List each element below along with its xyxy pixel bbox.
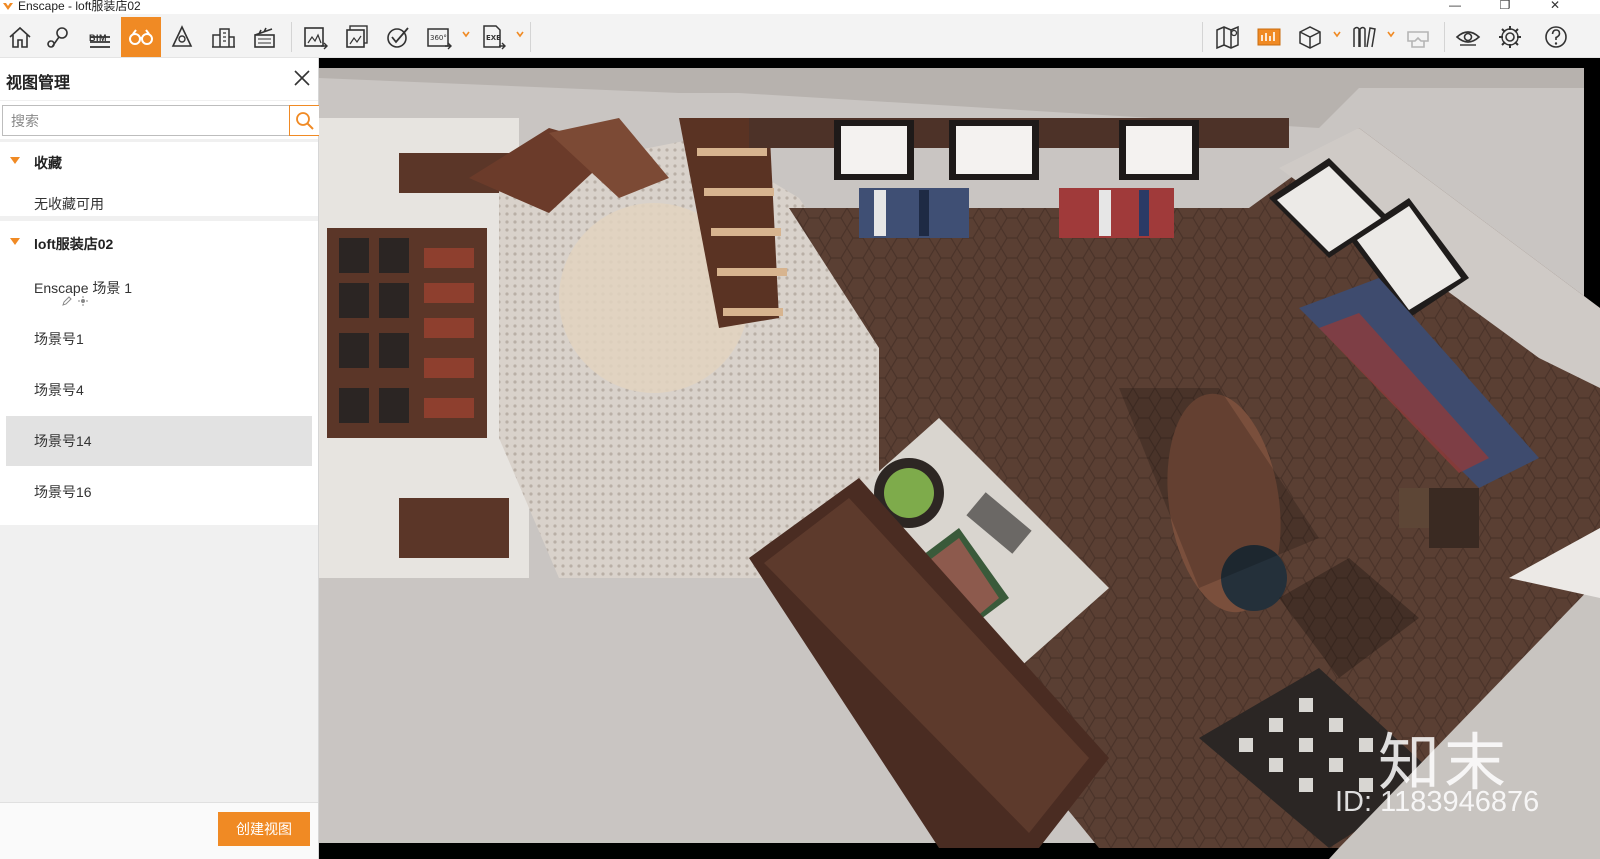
create-view-button[interactable]: 创建视图 (218, 812, 310, 846)
batch-render-button[interactable] (337, 17, 377, 57)
toolbar-divider (1202, 22, 1203, 52)
library-button[interactable] (1344, 17, 1384, 57)
box-button[interactable] (1290, 17, 1330, 57)
render-quality-icon (1257, 28, 1281, 46)
exe-export-button[interactable]: EXE (473, 17, 513, 57)
close-icon[interactable]: ✕ (1540, 0, 1570, 14)
binoculars-icon (129, 29, 153, 45)
view-item-label: Enscape 场景 1 (34, 280, 133, 296)
batch-render-icon (346, 25, 368, 48)
restore-icon[interactable]: ❐ (1490, 0, 1520, 14)
settings-button[interactable] (1490, 17, 1530, 57)
vr-headset-button[interactable] (1398, 17, 1438, 57)
view-item[interactable]: Enscape 场景 1 (6, 263, 312, 313)
expand-triangle-icon (10, 157, 20, 164)
view-item[interactable]: 场景号1 (6, 314, 312, 364)
gear-icon (1499, 26, 1521, 48)
chevron-down-icon[interactable] (1386, 29, 1396, 39)
screenshot-icon (304, 27, 328, 50)
help-icon (1545, 26, 1567, 48)
home-button[interactable] (0, 17, 40, 57)
project-group: loft服装店02 Enscape 场景 1 场景号1 场景号4 场景号14 场… (0, 221, 318, 525)
close-icon[interactable] (292, 68, 312, 88)
main-toolbar: BIM 360° EXE (0, 14, 1600, 67)
panel-header: 视图管理 (0, 58, 318, 100)
panorama-360-icon: 360° (427, 28, 452, 50)
exe-export-icon: EXE (483, 25, 506, 50)
search-input[interactable] (2, 105, 290, 136)
map-icon (1216, 25, 1239, 50)
toolbar-divider (291, 22, 292, 52)
help-button[interactable] (1536, 17, 1576, 57)
upload-button[interactable] (378, 17, 418, 57)
search-button[interactable] (289, 105, 320, 136)
home-icon (9, 26, 31, 48)
favorites-group: 收藏 无收藏可用 (0, 142, 318, 216)
asset-library-button[interactable] (162, 17, 202, 57)
box-icon (1299, 26, 1321, 49)
favorites-label: 收藏 (34, 155, 62, 171)
asset-library-icon (171, 25, 193, 47)
buildings-button[interactable] (203, 17, 243, 57)
view-management-button[interactable] (121, 17, 161, 57)
favorites-header[interactable]: 收藏 (0, 146, 318, 178)
favorites-empty-text: 无收藏可用 (34, 196, 104, 212)
search-icon (295, 111, 314, 130)
title-bar: Enscape - loft服装店02 — ❐ ✕ (0, 0, 1600, 14)
expand-triangle-icon (10, 238, 20, 245)
location-button[interactable] (40, 17, 80, 57)
svg-text:360°: 360° (430, 34, 447, 42)
svg-text:EXE: EXE (486, 34, 501, 42)
video-editor-button[interactable] (244, 17, 284, 57)
pencil-icon[interactable] (62, 296, 72, 306)
sun-icon[interactable] (78, 296, 88, 306)
buildings-icon (212, 28, 235, 48)
chevron-down-icon[interactable] (515, 29, 525, 39)
view-item-label: 场景号1 (34, 331, 84, 347)
toolbar-divider (530, 22, 531, 52)
view-management-panel: 视图管理 收藏 无收藏可用 loft服装店02 Enscape 场景 1 场 (0, 58, 320, 859)
bim-label: BIM (89, 33, 107, 43)
search-bar (0, 101, 320, 139)
watermark-id: ID: 1183946876 (1335, 786, 1540, 818)
vr-headset-icon (1407, 31, 1429, 48)
enscape-logo-icon (3, 3, 13, 10)
minimize-icon[interactable]: — (1440, 0, 1470, 14)
view-item-selected[interactable]: 场景号14 (6, 416, 312, 466)
location-pin-icon (47, 27, 68, 48)
panel-title: 视图管理 (6, 75, 71, 92)
screenshot-button[interactable] (295, 17, 335, 57)
view-item-label: 场景号16 (34, 484, 92, 500)
library-icon (1353, 26, 1376, 48)
project-header[interactable]: loft服装店02 (0, 227, 318, 259)
view-item-label: 场景号4 (34, 382, 84, 398)
visual-settings-button[interactable] (1448, 17, 1488, 57)
window-title: Enscape - loft服装店02 (18, 0, 141, 13)
upload-icon (387, 27, 409, 48)
view-item-label: 场景号14 (34, 433, 92, 449)
project-label: loft服装店02 (34, 236, 114, 252)
chevron-down-icon[interactable] (461, 29, 471, 39)
map-button[interactable] (1208, 17, 1248, 57)
render-quality-button[interactable] (1249, 17, 1289, 57)
panel-footer: 创建视图 (0, 802, 318, 859)
panorama-button[interactable]: 360° (419, 17, 459, 57)
render-viewport[interactable]: 知末 ID: 1183946876 (319, 58, 1600, 859)
eye-icon (1455, 31, 1481, 46)
toolbar-divider (1444, 22, 1445, 52)
view-item-tools (62, 296, 88, 306)
view-item[interactable]: 场景号16 (6, 467, 312, 517)
view-item[interactable]: 场景号4 (6, 365, 312, 415)
chevron-down-icon[interactable] (1332, 29, 1342, 39)
clapper-icon (254, 27, 275, 48)
